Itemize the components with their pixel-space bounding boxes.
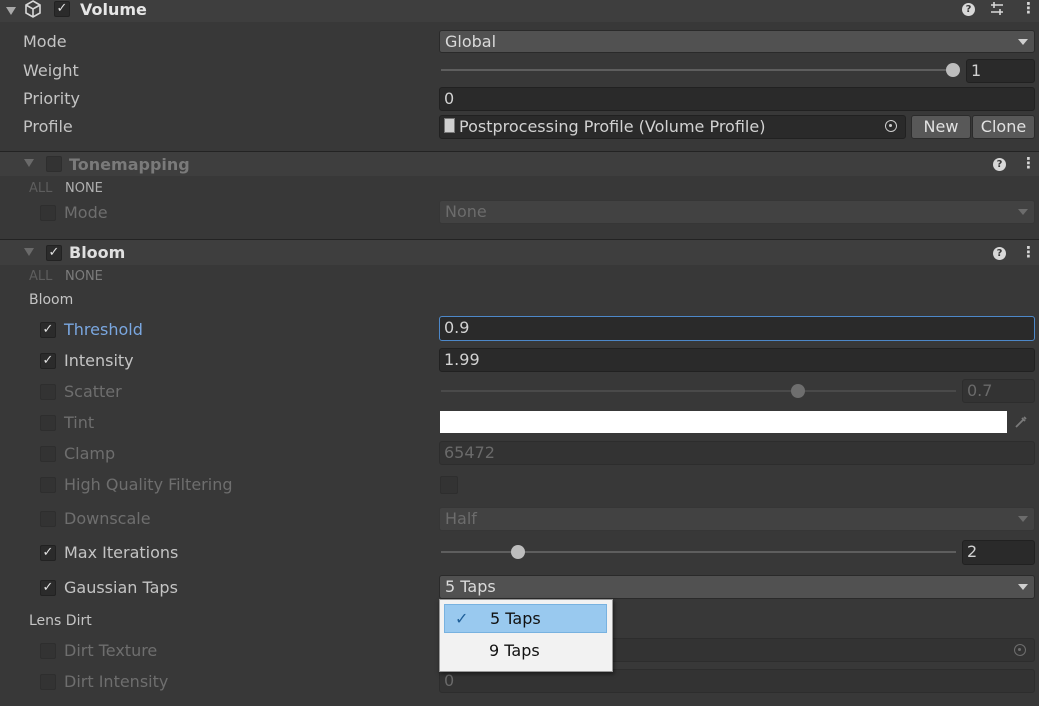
menu-item-label: 9 Taps (489, 641, 540, 660)
object-picker-icon[interactable] (1014, 644, 1026, 656)
downscale-override-checkbox[interactable] (40, 511, 56, 527)
mode-label: Mode (23, 32, 67, 51)
bloom-all-toggle[interactable]: ALL (29, 269, 52, 284)
dirt-intensity-field[interactable]: 0 (439, 669, 1035, 693)
tonemapping-mode-dropdown[interactable]: None (439, 200, 1035, 224)
gaussian-taps-menu: ✓ 5 Taps 9 Taps (439, 599, 613, 672)
downscale-value: Half (445, 509, 477, 528)
tonemapping-mode-override-checkbox[interactable] (40, 205, 56, 221)
intensity-label: Intensity (64, 351, 134, 370)
intensity-field[interactable]: 1.99 (439, 348, 1035, 372)
new-button[interactable]: New (911, 115, 971, 139)
more-vertical-icon[interactable]: ⋮ (1021, 156, 1036, 171)
tonemapping-none-toggle[interactable]: NONE (65, 181, 103, 196)
bloom-header[interactable]: ✓ Bloom ? ⋮ (0, 239, 1039, 265)
sliders-icon[interactable] (989, 1, 1005, 17)
dirt-intensity-label: Dirt Intensity (64, 672, 169, 691)
cube-icon (24, 0, 42, 18)
tonemapping-header[interactable]: Tonemapping ? ⋮ (0, 151, 1039, 176)
tonemapping-mode-label: Mode (64, 203, 108, 222)
gaussian-taps-override-checkbox[interactable]: ✓ (40, 580, 56, 596)
weight-slider-handle[interactable] (946, 63, 960, 77)
hqf-label: High Quality Filtering (64, 475, 233, 494)
threshold-label: Threshold (64, 320, 143, 339)
bloom-enabled-checkbox[interactable]: ✓ (46, 245, 62, 261)
scatter-field[interactable]: 0.7 (962, 379, 1035, 403)
downscale-label: Downscale (64, 509, 151, 528)
tonemapping-mode-value: None (445, 202, 487, 221)
intensity-override-checkbox[interactable]: ✓ (40, 353, 56, 369)
tonemapping-title: Tonemapping (69, 155, 190, 174)
gaussian-taps-value: 5 Taps (445, 577, 496, 596)
clamp-field[interactable]: 65472 (439, 441, 1035, 465)
bloom-section-header: Bloom (29, 292, 74, 308)
lens-dirt-section-header: Lens Dirt (29, 613, 92, 629)
dirt-texture-override-checkbox[interactable] (40, 643, 56, 659)
more-vertical-icon[interactable]: ⋮ (1021, 245, 1036, 260)
hqf-override-checkbox[interactable] (40, 477, 56, 493)
mode-value: Global (445, 32, 497, 51)
help-icon[interactable]: ? (962, 3, 975, 16)
max-iterations-label: Max Iterations (64, 543, 179, 562)
profile-asset-icon (444, 118, 455, 133)
tint-label: Tint (64, 413, 95, 432)
scatter-slider-handle[interactable] (791, 384, 805, 398)
dirt-texture-label: Dirt Texture (64, 641, 158, 660)
profile-field[interactable]: Postprocessing Profile (Volume Profile) (439, 115, 906, 139)
collapse-icon[interactable] (24, 248, 34, 256)
scatter-override-checkbox[interactable] (40, 384, 56, 400)
chevron-down-icon (1018, 584, 1028, 590)
chevron-down-icon (1018, 209, 1028, 215)
downscale-dropdown[interactable]: Half (439, 507, 1035, 531)
menu-item-label: 5 Taps (490, 609, 541, 628)
chevron-down-icon (1018, 516, 1028, 522)
mode-dropdown[interactable]: Global (439, 30, 1035, 53)
max-iterations-slider-handle[interactable] (511, 545, 525, 559)
volume-enabled-checkbox[interactable]: ✓ (54, 1, 70, 17)
profile-label: Profile (23, 117, 73, 136)
priority-label: Priority (23, 89, 80, 108)
clone-button[interactable]: Clone (972, 115, 1035, 139)
profile-value: Postprocessing Profile (Volume Profile) (459, 117, 766, 136)
scatter-label: Scatter (64, 382, 122, 401)
max-iterations-field[interactable]: 2 (962, 540, 1035, 565)
object-picker-icon[interactable] (885, 120, 897, 132)
gaussian-taps-label: Gaussian Taps (64, 578, 178, 597)
threshold-override-checkbox[interactable]: ✓ (40, 322, 56, 338)
weight-field[interactable]: 1 (966, 59, 1035, 83)
bloom-title: Bloom (69, 243, 126, 262)
hqf-value-checkbox[interactable] (440, 476, 458, 494)
volume-header[interactable]: ✓ Volume ? ⋮ (0, 0, 1039, 22)
collapse-icon[interactable] (24, 159, 34, 167)
gaussian-taps-dropdown[interactable]: 5 Taps (439, 575, 1035, 599)
menu-item-5-taps[interactable]: ✓ 5 Taps (444, 604, 607, 633)
tonemapping-all-toggle[interactable]: ALL (29, 181, 52, 196)
clamp-override-checkbox[interactable] (40, 446, 56, 462)
volume-title: Volume (80, 0, 147, 19)
max-iterations-override-checkbox[interactable]: ✓ (40, 545, 56, 561)
tint-override-checkbox[interactable] (40, 415, 56, 431)
help-icon[interactable]: ? (993, 158, 1006, 171)
eyedropper-icon[interactable] (1013, 414, 1029, 430)
checkmark-icon: ✓ (455, 609, 469, 628)
help-icon[interactable]: ? (993, 247, 1006, 260)
menu-item-9-taps[interactable]: 9 Taps (444, 636, 607, 665)
more-vertical-icon[interactable]: ⋮ (1021, 1, 1036, 16)
scatter-slider-track[interactable] (441, 390, 956, 392)
weight-slider-track[interactable] (441, 69, 956, 71)
chevron-down-icon (1018, 39, 1028, 45)
threshold-field[interactable]: 0.9 (439, 316, 1035, 341)
priority-field[interactable]: 0 (439, 87, 1035, 111)
weight-label: Weight (23, 61, 79, 80)
tonemapping-enabled-checkbox[interactable] (46, 156, 62, 172)
bloom-none-toggle[interactable]: NONE (65, 269, 103, 284)
dirt-intensity-override-checkbox[interactable] (40, 674, 56, 690)
clamp-label: Clamp (64, 444, 116, 463)
tint-color-swatch[interactable] (440, 411, 1007, 433)
collapse-icon[interactable] (6, 7, 16, 15)
